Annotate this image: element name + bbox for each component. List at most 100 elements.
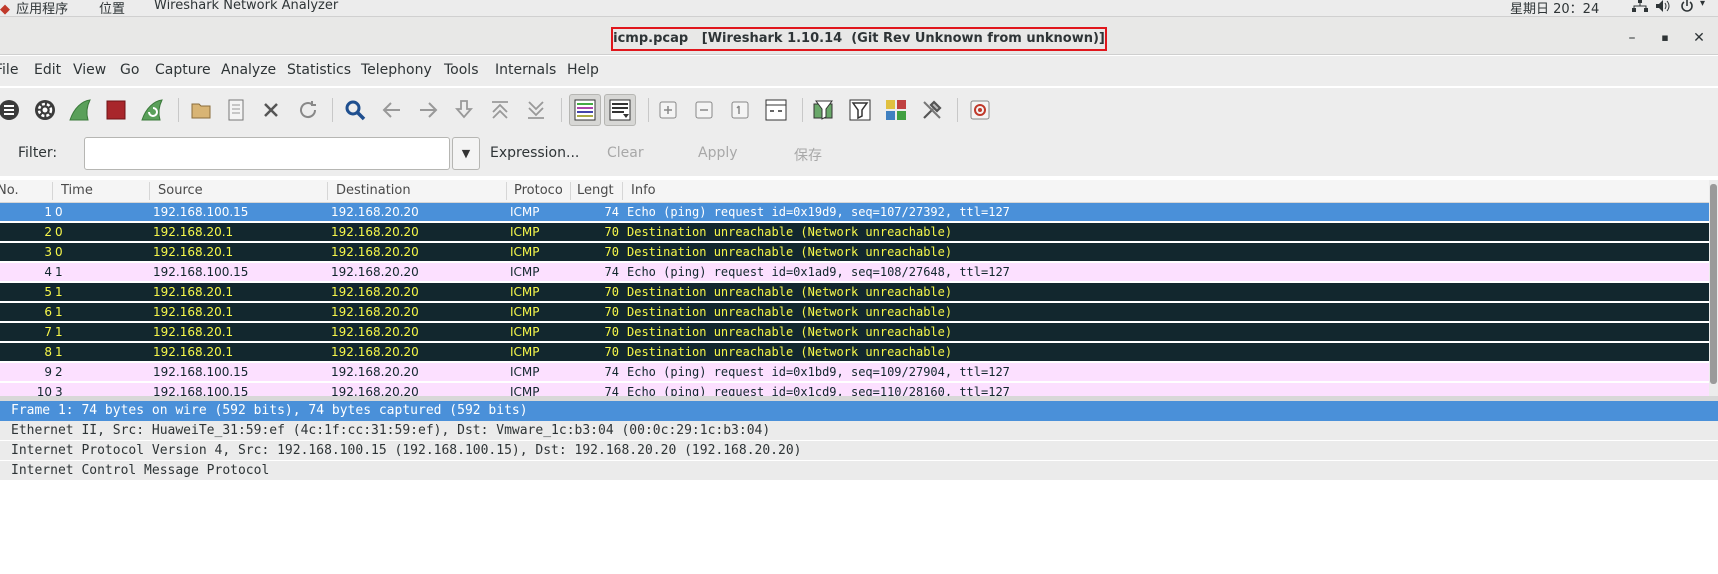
- reload-icon[interactable]: [293, 95, 323, 125]
- menu-tools[interactable]: Tools: [444, 62, 479, 78]
- go-back-icon[interactable]: [377, 95, 407, 125]
- menu-analyze[interactable]: Analyze: [221, 62, 276, 78]
- packet-cell-time: 0: [55, 205, 63, 219]
- close-file-icon[interactable]: [256, 95, 286, 125]
- go-last-icon[interactable]: [521, 95, 551, 125]
- details-tree-item[interactable]: Frame 1: 74 bytes on wire (592 bits), 74…: [0, 401, 1718, 421]
- menu-telephony[interactable]: Telephony: [361, 62, 432, 78]
- column-divider[interactable]: [149, 182, 150, 200]
- packet-cell-time: 1: [55, 265, 63, 279]
- power-icon[interactable]: [1680, 0, 1694, 17]
- column-header-time[interactable]: Time: [61, 183, 146, 198]
- menu-capture[interactable]: Capture: [155, 62, 211, 78]
- packet-row[interactable]: 5 1 192.168.20.1 192.168.20.20 ICMP 70 Destina…: [0, 283, 1709, 302]
- help-icon[interactable]: [965, 95, 995, 125]
- menu-statistics[interactable]: Statistics: [287, 62, 351, 78]
- apply-button[interactable]: Apply: [698, 145, 738, 161]
- menu-go[interactable]: Go: [120, 62, 139, 78]
- preferences-icon[interactable]: [917, 95, 947, 125]
- column-divider[interactable]: [327, 182, 328, 200]
- packet-cell-info: Destination unreachable (Network unreach…: [627, 285, 953, 299]
- column-divider[interactable]: [506, 182, 507, 200]
- maximize-icon[interactable]: ▪: [1656, 29, 1674, 47]
- interfaces-icon[interactable]: [0, 95, 24, 125]
- clock[interactable]: 星期日 20：24: [1510, 0, 1599, 17]
- save-filter-button[interactable]: 保存: [794, 145, 822, 165]
- packet-row[interactable]: 4 1 192.168.100.15 192.168.20.20 ICMP 74 Echo …: [0, 263, 1709, 282]
- stop-capture-icon[interactable]: [101, 95, 131, 125]
- packet-row[interactable]: 10 3 192.168.100.15 192.168.20.20 ICMP 74 Echo…: [0, 383, 1709, 396]
- save-file-icon[interactable]: [221, 95, 251, 125]
- packet-list[interactable]: No. Time Source Destination Protoco Leng…: [0, 180, 1709, 396]
- column-header-destination[interactable]: Destination: [336, 183, 501, 198]
- go-first-icon[interactable]: [485, 95, 515, 125]
- column-header-info[interactable]: Info: [631, 183, 656, 198]
- filter-history-dropdown[interactable]: ▼: [452, 137, 480, 170]
- system-menu-chevron-icon[interactable]: ▾: [1700, 0, 1705, 9]
- packet-cell-dst: 192.168.20.20: [331, 225, 419, 239]
- menu-internals[interactable]: Internals: [495, 62, 556, 78]
- packet-row[interactable]: 9 2 192.168.100.15 192.168.20.20 ICMP 74 Echo …: [0, 363, 1709, 382]
- packet-cell-len: 70: [604, 305, 619, 319]
- find-packet-icon[interactable]: [340, 95, 370, 125]
- packet-cell-time: 0: [55, 225, 63, 239]
- normal-size-icon[interactable]: [725, 95, 755, 125]
- column-divider[interactable]: [622, 182, 623, 200]
- packet-cell-info: Echo (ping) request id=0x1bd9, seq=109/2…: [627, 365, 1010, 379]
- auto-scroll-icon[interactable]: [604, 94, 636, 126]
- packet-cell-dst: 192.168.20.20: [331, 265, 419, 279]
- capture-filters-icon[interactable]: [809, 95, 839, 125]
- volume-icon[interactable]: [1655, 0, 1671, 17]
- expression-button[interactable]: Expression...: [490, 145, 579, 161]
- column-header-source[interactable]: Source: [158, 183, 323, 198]
- go-to-packet-icon[interactable]: [449, 95, 479, 125]
- packet-cell-no: 7: [44, 325, 52, 339]
- menu-file[interactable]: File: [0, 62, 18, 78]
- packet-row[interactable]: 8 1 192.168.20.1 192.168.20.20 ICMP 70 Destina…: [0, 343, 1709, 362]
- menu-view[interactable]: View: [73, 62, 106, 78]
- zoom-in-icon[interactable]: [653, 95, 683, 125]
- apps-menu[interactable]: ◆ 应用程序: [0, 0, 68, 17]
- menu-help[interactable]: Help: [567, 62, 599, 78]
- packet-cell-len: 74: [604, 265, 619, 279]
- go-forward-icon[interactable]: [413, 95, 443, 125]
- packet-cell-no: 4: [44, 265, 52, 279]
- packet-cell-src: 192.168.20.1: [153, 325, 234, 339]
- options-icon[interactable]: [30, 95, 60, 125]
- resize-columns-icon[interactable]: [761, 95, 791, 125]
- details-tree-item[interactable]: Ethernet II, Src: HuaweiTe_31:59:ef (4c:…: [0, 421, 1718, 441]
- packet-row[interactable]: 2 0 192.168.20.1 192.168.20.20 ICMP 70 Destina…: [0, 223, 1709, 242]
- column-divider[interactable]: [570, 182, 571, 200]
- places-menu[interactable]: 位置: [99, 0, 125, 17]
- start-capture-icon[interactable]: [65, 95, 95, 125]
- app-menu[interactable]: Wireshark Network Analyzer: [154, 0, 338, 13]
- open-file-icon[interactable]: [186, 95, 216, 125]
- packet-cell-src: 192.168.100.15: [153, 205, 249, 219]
- colorize-icon[interactable]: [569, 94, 601, 126]
- packet-cell-dst: 192.168.20.20: [331, 305, 419, 319]
- network-icon[interactable]: [1632, 0, 1648, 17]
- menu-edit[interactable]: Edit: [34, 62, 61, 78]
- details-tree-item[interactable]: Internet Protocol Version 4, Src: 192.16…: [0, 441, 1718, 461]
- restart-capture-icon[interactable]: [137, 95, 167, 125]
- packet-row[interactable]: 3 0 192.168.20.1 192.168.20.20 ICMP 70 Destina…: [0, 243, 1709, 262]
- details-tree-item[interactable]: Internet Control Message Protocol: [0, 461, 1718, 481]
- scrollbar-thumb[interactable]: [1710, 184, 1717, 384]
- close-icon[interactable]: ✕: [1690, 29, 1708, 47]
- display-filters-icon[interactable]: [845, 95, 875, 125]
- packet-row[interactable]: 7 1 192.168.20.1 192.168.20.20 ICMP 70 Destina…: [0, 323, 1709, 342]
- packet-cell-proto: ICMP: [510, 225, 540, 239]
- packet-cell-len: 74: [604, 385, 619, 396]
- clear-button[interactable]: Clear: [607, 145, 644, 161]
- display-filter-input[interactable]: [84, 137, 450, 170]
- column-header-no[interactable]: No.: [0, 183, 45, 198]
- column-divider[interactable]: [52, 182, 53, 200]
- packet-row[interactable]: 1 0 192.168.100.15 192.168.20.20 ICMP 74 Echo …: [0, 203, 1709, 222]
- zoom-out-icon[interactable]: [689, 95, 719, 125]
- column-header-protocol[interactable]: Protoco: [514, 183, 562, 198]
- column-header-length[interactable]: Lengt: [577, 183, 619, 198]
- coloring-rules-icon[interactable]: [881, 95, 911, 125]
- packet-list-scrollbar[interactable]: [1709, 180, 1718, 396]
- minimize-icon[interactable]: –: [1623, 29, 1641, 47]
- packet-row[interactable]: 6 1 192.168.20.1 192.168.20.20 ICMP 70 Destina…: [0, 303, 1709, 322]
